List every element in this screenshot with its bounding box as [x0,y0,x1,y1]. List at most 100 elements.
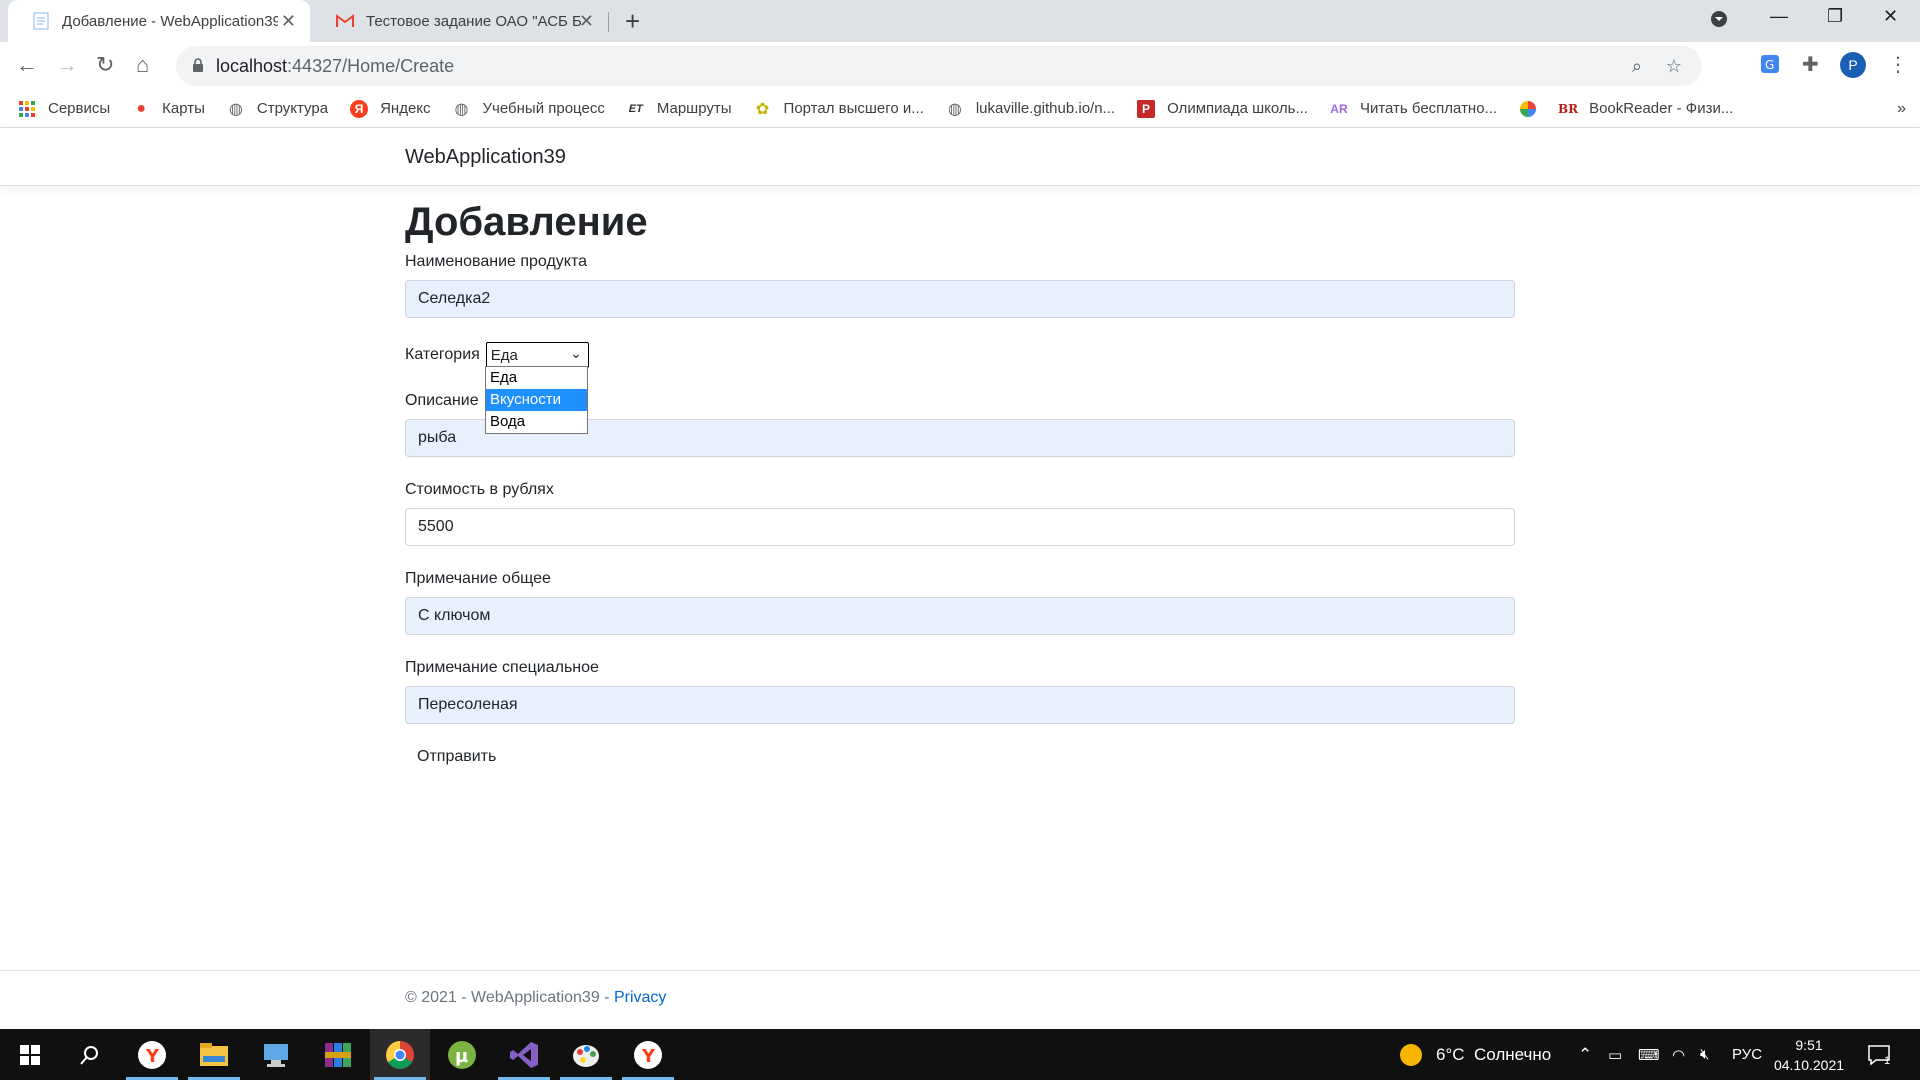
price-input[interactable]: 5500 [405,508,1515,546]
globe-icon: ◍ [947,100,962,118]
apps-grid-icon [18,100,36,118]
bookmark-label: Учебный процесс [482,100,605,117]
page-title: Добавление [405,200,648,244]
globe-icon: ◍ [454,100,469,118]
bookmark-lukaville[interactable]: ◍ lukaville.github.io/n... [946,100,1115,118]
clock-date: 04.10.2021 [1773,1056,1845,1073]
site-brand[interactable]: WebApplication39 [405,146,566,169]
language-indicator[interactable]: РУС [1732,1029,1762,1080]
note-special-input[interactable]: Пересоленая [405,686,1515,724]
note-general-label: Примечание общее [405,570,551,587]
home-icon[interactable]: ⌂ [136,52,149,78]
clock[interactable]: 9:51 04.10.2021 [1774,1029,1844,1080]
bookmark-pinwheel[interactable] [1519,100,1537,118]
computer-icon[interactable] [246,1029,306,1080]
browser-titlebar: Добавление - WebApplication39 ✕ Тестовое… [0,0,1920,42]
bookmark-portal[interactable]: ✿ Портал высшего и... [754,100,924,118]
browser-toolbar: ← → ↻ ⌂ localhost:44327/Home/Create ⌕ ☆ … [0,42,1920,90]
back-icon[interactable]: ← [16,52,38,78]
bookmark-structure[interactable]: ◍ Структура [227,100,328,118]
pinwheel-icon [1519,100,1537,118]
reload-icon[interactable]: ↻ [96,52,114,78]
note-general-input[interactable]: С ключом [405,597,1515,635]
new-tab-icon[interactable]: + [625,6,640,37]
zoom-icon[interactable]: ⌕ [1632,56,1642,77]
tab-active[interactable]: Добавление - WebApplication39 ✕ [8,0,310,42]
category-option-water[interactable]: Вода [486,411,587,433]
chevron-down-icon: ⌄ [570,345,582,361]
name-label: Наименование продукта [405,253,588,270]
search-icon[interactable] [60,1029,120,1080]
note-special-label: Примечание специальное [405,659,599,676]
menu-icon[interactable]: ⋮ [1888,52,1908,77]
create-form: Добавление Наименование продукта Селедка… [405,200,1515,772]
tab-search-icon[interactable] [1710,10,1728,33]
utorrent-icon[interactable]: µ [432,1029,492,1080]
file-explorer-icon[interactable] [184,1029,244,1080]
bookmark-read[interactable]: AR Читать бесплатно... [1330,100,1497,118]
forward-icon[interactable]: → [56,52,78,78]
winrar-icon[interactable] [308,1029,368,1080]
p-icon: P [1137,99,1156,118]
weather-widget[interactable]: 6°C Солнечно [1400,1029,1551,1080]
bookmark-label: Портал высшего и... [783,100,924,117]
name-input[interactable]: Селедка2 [405,280,1515,318]
minimize-icon[interactable]: — [1770,6,1788,27]
yandex-browser-icon[interactable]: Y [618,1029,678,1080]
close-window-icon[interactable]: ✕ [1883,6,1898,27]
paint-icon[interactable] [556,1029,616,1080]
portal-icon: ✿ [755,100,770,118]
tab-inactive[interactable]: Тестовое задание ОАО "АСБ Бе ✕ [312,0,608,42]
address-bar[interactable]: localhost:44327/Home/Create ⌕ ☆ [176,46,1702,86]
close-icon[interactable]: ✕ [281,11,296,32]
chrome-icon[interactable] [370,1029,430,1080]
site-footer: © 2021 - WebApplication39 - Privacy [0,970,1920,1029]
maps-pin-icon: ● [136,99,146,117]
bookmark-label: Маршруты [656,100,732,117]
footer-copyright: © 2021 - WebApplication39 - [405,989,614,1006]
bookmark-services[interactable]: Сервисы [18,100,110,118]
bookmark-label: Яндекс [380,100,431,117]
input-method-icon[interactable]: ⌨ [1638,1029,1660,1080]
gmail-icon [336,12,354,30]
profile-avatar[interactable]: P [1840,52,1866,78]
category-option-treats[interactable]: Вкусности [486,389,587,411]
windows-start-icon[interactable] [0,1029,60,1080]
bookmarks-bar: Сервисы ● Карты ◍ Структура Я Яндекс ◍ Учебн… [0,90,1920,128]
maximize-icon[interactable]: ❐ [1827,6,1843,27]
bookmark-yandex[interactable]: Я Яндекс [350,99,431,118]
bookmark-bookreader[interactable]: BR BookReader - Физи... [1558,100,1733,118]
category-selected-value: Еда [490,346,518,364]
svg-text:G: G [1765,58,1774,72]
ar-icon: AR [1330,101,1348,116]
page-viewport: WebApplication39 Добавление Наименование… [0,128,1920,1029]
bookmark-olympiad[interactable]: P Олимпиада школь... [1137,99,1308,118]
tray-overflow-icon[interactable]: ⌃ [1578,1029,1592,1080]
bookmark-label: Структура [256,100,329,117]
volume-muted-icon[interactable]: 🔇︎ [1700,1029,1709,1080]
bookmark-maps[interactable]: ● Карты [132,100,205,118]
category-option-food[interactable]: Еда [486,367,587,389]
more-bookmarks-icon[interactable]: » [1897,100,1906,118]
br-icon: BR [1558,101,1579,116]
yandex-browser-icon[interactable]: Y [122,1029,182,1080]
url-path: :44327/Home/Create [287,55,455,76]
submit-button[interactable]: Отправить [405,742,508,772]
weather-text: 6°C Солнечно [1436,1044,1552,1064]
network-icon[interactable]: ▭ [1608,1029,1622,1080]
star-icon[interactable]: ☆ [1666,56,1682,77]
translate-icon[interactable]: G [1760,54,1780,79]
visual-studio-icon[interactable] [494,1029,554,1080]
wifi-icon[interactable]: ◠ [1672,1029,1685,1080]
extensions-icon[interactable]: ✚ [1802,52,1819,77]
category-select[interactable]: Еда ⌄ [485,342,589,368]
bookmark-routes[interactable]: ET Маршруты [627,100,732,118]
url-host: localhost [216,55,288,76]
bookmark-study[interactable]: ◍ Учебный процесс [453,100,605,118]
close-icon[interactable]: ✕ [579,11,594,32]
sun-icon [1400,1043,1422,1066]
notifications-icon[interactable]: 1 [1868,1029,1890,1080]
svg-text:Y: Y [145,1046,160,1067]
category-label: Категория [405,346,480,363]
privacy-link[interactable]: Privacy [614,989,666,1006]
